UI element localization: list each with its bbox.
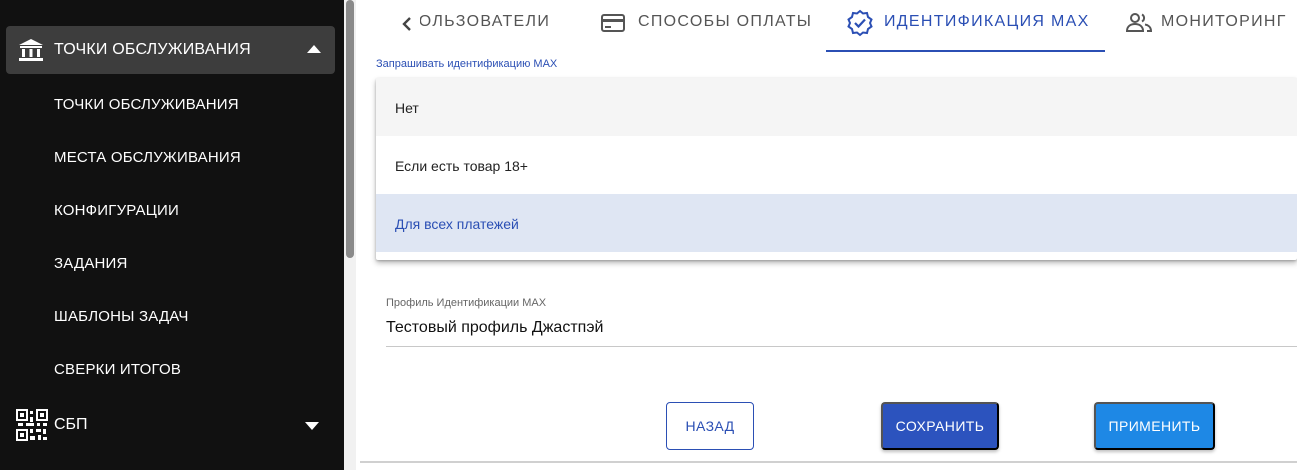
option-label: Если есть товар 18+ [395, 158, 528, 174]
tab-payment-methods-label: СПОСОБЫ ОПЛАТЫ [638, 13, 813, 30]
sidebar-scrollbar-thumb[interactable] [346, 0, 354, 258]
identification-select-label: Запрашивать идентификацию MAX [376, 58, 558, 70]
card-bottom-divider [360, 461, 1297, 463]
sidebar-sbp-label: СБП [54, 416, 88, 433]
save-button[interactable]: СОХРАНИТЬ [881, 402, 999, 450]
main-content: ПОЛЬЗОВАТЕЛИ СПОСОБЫ ОПЛАТЫ ИДЕНТИФИКАЦИ… [356, 0, 1297, 470]
sidebar-group-sbp[interactable]: СБП [6, 400, 335, 450]
chevron-up-icon [307, 45, 321, 53]
sidebar-item-service-places[interactable]: МЕСТА ОБСЛУЖИВАНИЯ [54, 149, 241, 166]
sidebar-item-tasks[interactable]: ЗАДАНИЯ [54, 255, 128, 272]
credit-card-icon [600, 10, 626, 36]
chevron-left-icon[interactable] [396, 12, 420, 36]
people-icon [1125, 10, 1153, 36]
option-label: Для всех платежей [395, 216, 519, 232]
sidebar: ТОЧКИ ОБСЛУЖИВАНИЯ ТОЧКИ ОБСЛУЖИВАНИЯ МЕ… [0, 0, 344, 470]
sidebar-group-label: ТОЧКИ ОБСЛУЖИВАНИЯ [54, 41, 251, 58]
sidebar-item-task-templates[interactable]: ШАБЛОНЫ ЗАДАЧ [54, 308, 189, 325]
chevron-down-icon [305, 422, 319, 430]
tab-monitoring[interactable]: МОНИТОРИНГ [1125, 0, 1297, 50]
option-all-payments[interactable]: Для всех платежей [376, 194, 1297, 252]
tab-users-label: ПОЛЬЗОВАТЕЛИ [418, 13, 551, 30]
back-button[interactable]: НАЗАД [666, 402, 754, 450]
tab-identification-max-label: ИДЕНТИФИКАЦИЯ MAX [884, 13, 1090, 30]
sidebar-item-reconciliations[interactable]: СВЕРКИ ИТОГОВ [54, 361, 181, 378]
profile-field-label: Профиль Идентификации MAX [386, 297, 547, 309]
tab-monitoring-label: МОНИТОРИНГ [1161, 13, 1287, 30]
identification-select-menu: Нет Если есть товар 18+ Для всех платеже… [376, 78, 1297, 260]
qr-code-icon [16, 409, 48, 441]
sidebar-group-service-points[interactable]: ТОЧКИ ОБСЛУЖИВАНИЯ [6, 26, 335, 74]
verified-badge-icon [846, 9, 873, 37]
profile-field[interactable]: Тестовый профиль Джастпэй [386, 319, 603, 337]
sidebar-item-service-points[interactable]: ТОЧКИ ОБСЛУЖИВАНИЯ [54, 96, 239, 113]
option-if-18-plus[interactable]: Если есть товар 18+ [376, 136, 1297, 194]
tab-users[interactable]: ПОЛЬЗОВАТЕЛИ [418, 0, 588, 50]
tab-payment-methods[interactable]: СПОСОБЫ ОПЛАТЫ [600, 0, 813, 50]
apply-button[interactable]: ПРИМЕНИТЬ [1094, 402, 1215, 450]
tab-bar: ПОЛЬЗОВАТЕЛИ СПОСОБЫ ОПЛАТЫ ИДЕНТИФИКАЦИ… [356, 0, 1297, 52]
profile-field-underline [386, 346, 1297, 347]
bank-icon [18, 38, 44, 62]
sidebar-item-configurations[interactable]: КОНФИГУРАЦИИ [54, 202, 179, 219]
tab-identification-max[interactable]: ИДЕНТИФИКАЦИЯ MAX [826, 0, 1105, 52]
option-none[interactable]: Нет [376, 78, 1297, 136]
option-label: Нет [395, 100, 419, 116]
